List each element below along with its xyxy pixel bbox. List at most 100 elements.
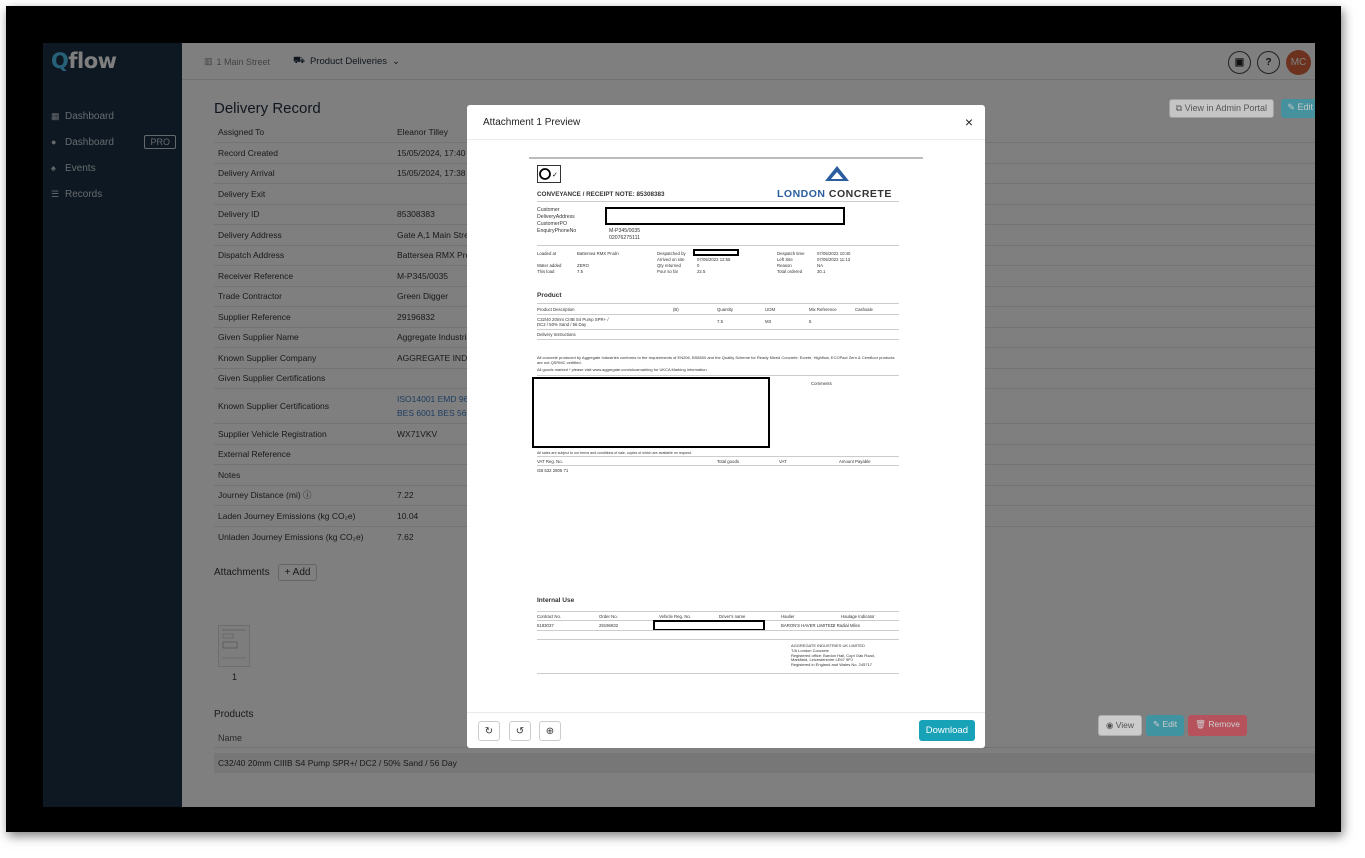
modal-title: Attachment 1 Preview (483, 117, 581, 128)
load-labels: Loaded at Water added This load (537, 251, 561, 275)
zoom-in-icon[interactable]: ⊕ (539, 721, 561, 741)
remove-label: Remove (1208, 719, 1240, 729)
external-link-icon: ⧉ (1175, 103, 1183, 113)
col-b: (B) (673, 307, 679, 312)
view-product-button[interactable]: ◉ View (1097, 715, 1143, 736)
view-in-admin-portal-button[interactable]: ⧉ View in Admin Portal (1168, 99, 1274, 118)
product-uom: M3 (765, 319, 771, 324)
rotate-right-icon[interactable]: ↻ (478, 721, 500, 741)
app-window: Qflow ▦ Dashboard ● Dashboard PRO ♠ Even… (43, 43, 1315, 807)
edit-product-button[interactable]: ✎ Edit (1146, 715, 1185, 736)
customer-label: Customer (537, 207, 560, 213)
modal-footer: ↻ ↺ ⊕ Download (467, 712, 985, 748)
trash-icon: 🗑 (1195, 719, 1206, 729)
redacted-driver (693, 249, 739, 256)
contract-no-value: 5183037 (537, 623, 554, 628)
screenshot-frame: Qflow ▦ Dashboard ● Dashboard PRO ♠ Even… (6, 6, 1341, 832)
doc-divider (537, 329, 899, 330)
total-ordered-value: 30.1 (817, 269, 826, 274)
download-button[interactable]: Download (918, 720, 975, 741)
footer-line: Registered in England and Wales No. 2457… (791, 662, 873, 668)
eye-icon: ◉ (1105, 720, 1114, 730)
haulier-label: Haulier (781, 614, 795, 619)
product-mix: 5 (809, 319, 812, 324)
product-heading: Product (537, 292, 562, 299)
remove-product-button[interactable]: 🗑 Remove (1188, 715, 1247, 736)
enquiry-phone-value: 02076275111 (609, 235, 640, 241)
edit-icon: ✎ (1153, 719, 1161, 729)
receipt-document: ✓ CONVEYANCE / RECEIPT NOTE: 85308383 LO… (527, 157, 925, 675)
company-footer: AGGREGATE INDUSTRIES UK LIMITED T/A Lond… (791, 643, 875, 668)
customer-po-label: CustomerPO (537, 221, 567, 227)
col-mix: Mix Reference (809, 307, 837, 312)
loaded-at-value: Battersea RMX Prodn (577, 251, 619, 256)
pour-value: 22.5 (697, 269, 706, 274)
edit-record-button[interactable]: ✎ Edit (1281, 99, 1315, 118)
ukca-text: All goods marked * please visit www.aggr… (537, 367, 707, 372)
arrived-value: 07/05/2022 12:55 (697, 257, 731, 262)
admin-button-label: View in Admin Portal (1184, 103, 1267, 113)
doc-divider (537, 465, 899, 466)
doc-divider (537, 245, 899, 246)
doc-brand: LONDON CONCRETE (777, 188, 892, 200)
product-qty: 7.5 (717, 319, 723, 324)
vat-label: VAT (779, 459, 787, 464)
doc-heading: CONVEYANCE / RECEIPT NOTE: 85308383 (537, 191, 665, 198)
doc-divider (537, 375, 899, 376)
despatch-labels: Despatch time Left Site Reason Total ord… (777, 251, 804, 275)
comments-label: Comments (811, 381, 832, 386)
customer-labels: Customer DeliveryAddress CustomerPO Enqu… (537, 207, 576, 235)
doc-divider (537, 201, 899, 202)
rotate-left-icon[interactable]: ↺ (509, 721, 531, 741)
london-concrete-logo-icon (825, 166, 849, 181)
doc-divider (537, 630, 899, 631)
redacted-address (605, 207, 845, 225)
total-goods-label: Total goods (717, 459, 739, 464)
modal-header: Attachment 1 Preview × (467, 105, 985, 140)
load-values: Battersea RMX Prodn ZERO 7.5 (577, 251, 619, 275)
order-no-value: 29196832 (599, 623, 619, 628)
delivery-instructions: Delivery Instructions (537, 332, 576, 337)
view-label: View (1115, 720, 1135, 730)
col-uom: UOM (765, 307, 776, 312)
brand-concrete: CONCRETE (828, 188, 892, 200)
total-ordered-label: Total ordered (777, 269, 803, 274)
vat-reg-label: VAT Reg. No. (537, 459, 563, 464)
doc-divider (537, 639, 899, 640)
customer-values: M-P345/0035 02076275111 (609, 228, 640, 242)
internal-use-heading: Internal Use (537, 597, 575, 604)
this-load-label: This load (537, 269, 555, 274)
quality-logo-icon: ✓ (537, 165, 561, 183)
attachment-preview-modal: Attachment 1 Preview × ✓ CONVEYANCE / RE… (467, 105, 985, 748)
arrival-values: 07/05/2022 12:55 0 22.5 (697, 257, 730, 275)
doc-divider (537, 314, 899, 315)
contract-no-label: Contract No. (537, 614, 562, 619)
vehicle-reg-label: Vehicle Reg. No. (659, 614, 692, 619)
edit-label: Edit (1162, 719, 1178, 729)
doc-divider (537, 339, 899, 340)
arrival-labels: Despatched by Arrived on site Qty return… (657, 251, 686, 275)
customer-po-value: M-P345/0035 (609, 228, 641, 234)
haulage-value: 2 Radial Miles (833, 623, 860, 628)
amount-payable-label: Amount Payable (839, 459, 871, 464)
edit-icon: ✎ (1287, 102, 1295, 112)
enquiry-phone-label: EnquiryPhoneNo (537, 228, 577, 234)
product-desc: C32/40 20mm CIIIB S4 Pump SPR+ / DC2 / 5… (537, 317, 609, 327)
order-no-label: Order No. (599, 614, 618, 619)
svg-text:✓: ✓ (552, 171, 558, 179)
col-quantity: Quantity (717, 307, 734, 312)
doc-top-line (529, 157, 923, 159)
terms-text: All sales are subject to our terms and c… (537, 451, 692, 455)
redacted-signature (532, 377, 770, 448)
driver-name-label: Driver's name (719, 614, 746, 619)
haulier-value: BARON'S HAVER LIMITED (781, 623, 834, 628)
haulage-indicator-label: Haulage Indicator (841, 614, 875, 619)
despatch-values: 07/05/2022 10:40 07/05/2022 11:13 NA 30.… (817, 251, 850, 275)
doc-divider (537, 303, 899, 304)
this-load-value: 7.5 (577, 269, 583, 274)
edit-button-label: Edit (1297, 102, 1313, 112)
vat-number: GB 532 2805 71 (537, 468, 569, 473)
product-actions: ◉ View ✎ Edit 🗑 Remove (1097, 715, 1247, 736)
close-icon[interactable]: × (965, 114, 973, 130)
col-cashsale: Cashsale (855, 307, 873, 312)
